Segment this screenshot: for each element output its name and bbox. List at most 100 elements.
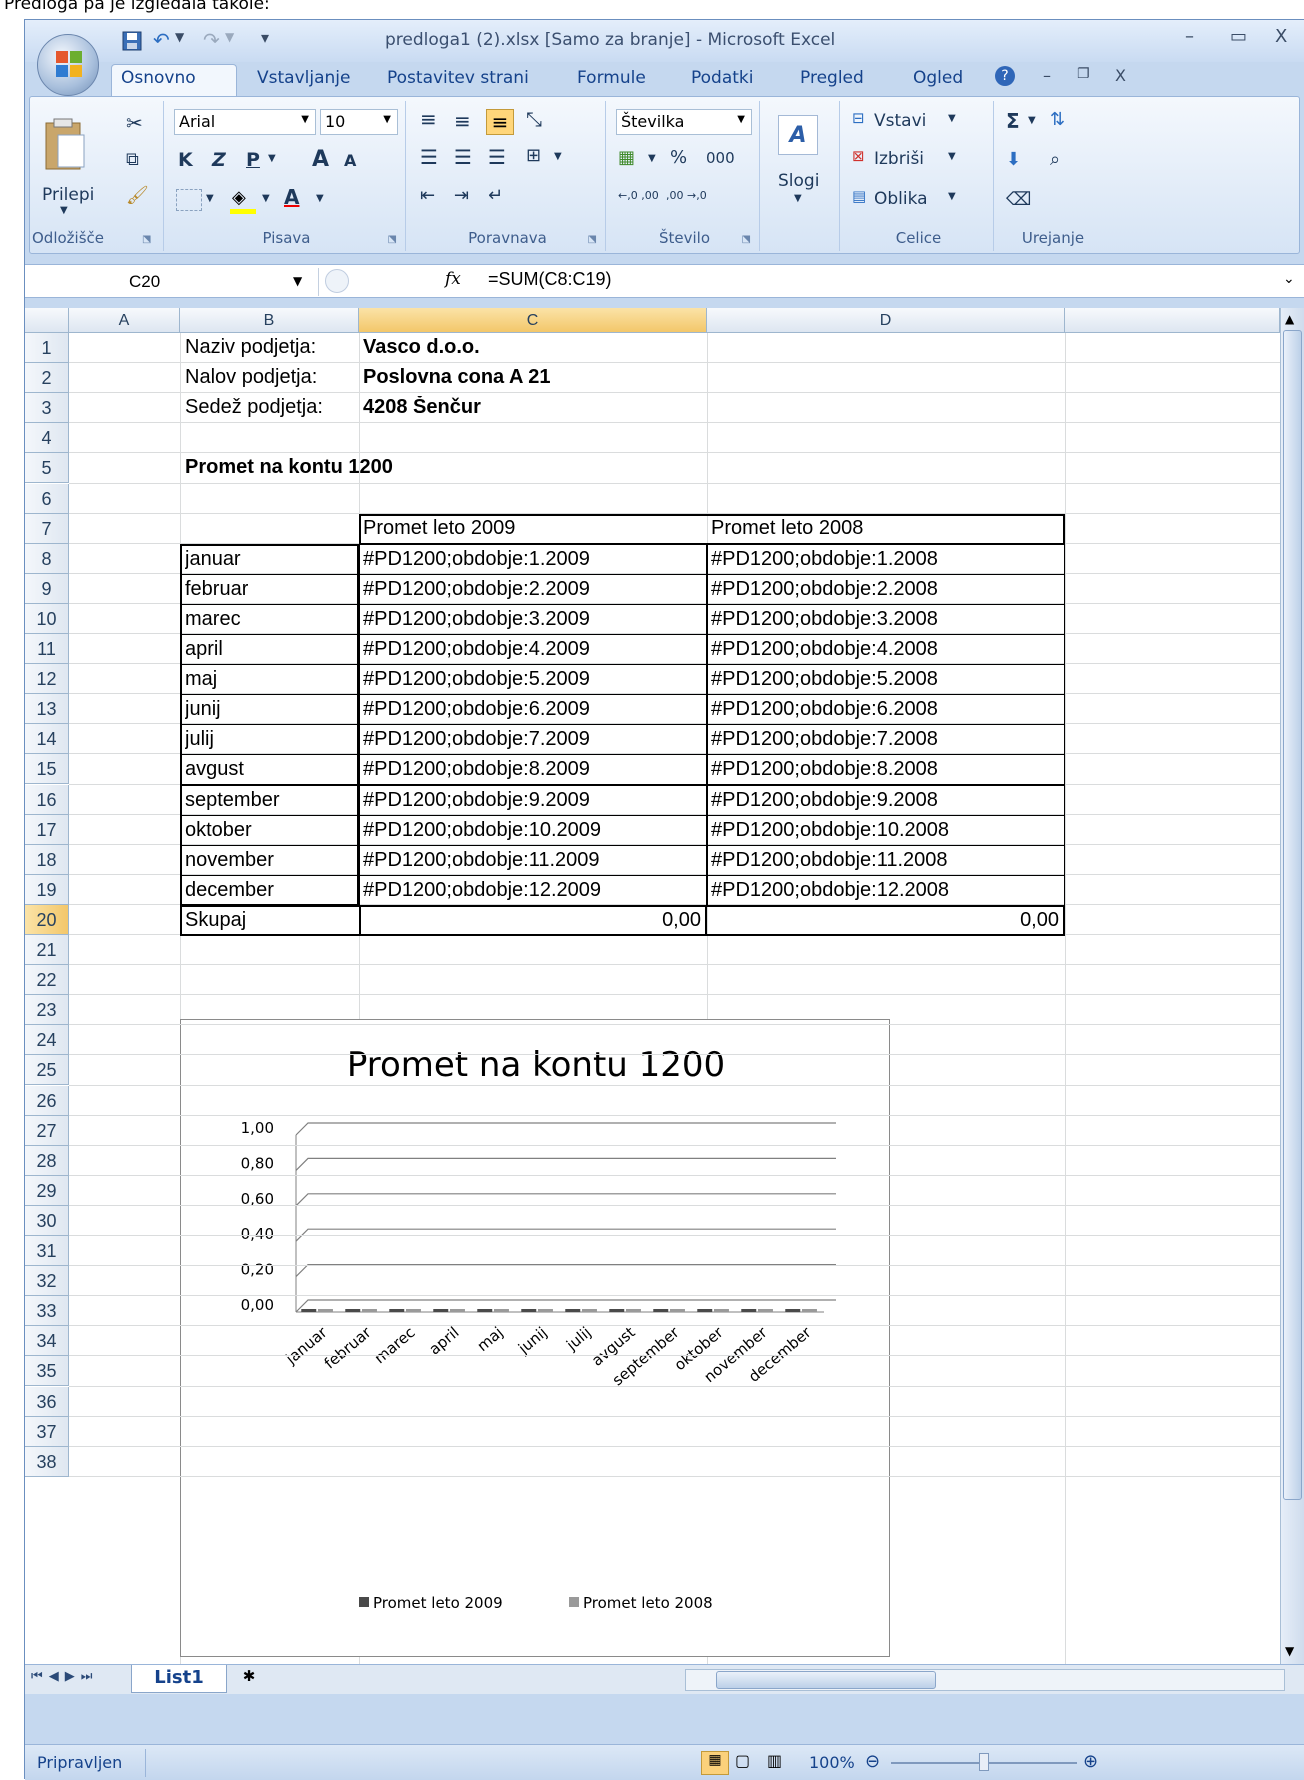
workbook-close-button[interactable]: X (1115, 66, 1126, 85)
row-header[interactable]: 25 (25, 1055, 69, 1086)
row-header[interactable]: 16 (25, 784, 69, 815)
row-header[interactable]: 1 (25, 333, 69, 364)
row-header[interactable]: 13 (25, 694, 69, 725)
shrink-font-button[interactable]: A (344, 151, 356, 170)
sheet-tab-list1[interactable]: List1 (131, 1665, 227, 1693)
font-color-icon[interactable]: A (284, 185, 299, 209)
zoom-in-icon[interactable]: ⊕ (1083, 1751, 1098, 1772)
bold-button[interactable]: K (178, 149, 193, 171)
paste-icon[interactable] (42, 117, 88, 173)
undo-icon[interactable]: ↶ (153, 28, 170, 52)
autosum-dropdown-icon[interactable]: ▼ (1028, 115, 1036, 126)
zoom-out-icon[interactable]: ⊖ (865, 1751, 880, 1772)
row-header[interactable]: 22 (25, 965, 69, 996)
thousands-button[interactable]: 000 (706, 149, 735, 167)
row-header[interactable]: 20 (25, 904, 69, 935)
tab-formule[interactable]: Formule (577, 68, 646, 88)
clear-icon[interactable]: ⌫ (1006, 189, 1031, 210)
fill-dropdown-icon[interactable]: ▼ (262, 193, 270, 204)
insert-function-icon[interactable]: fx (445, 269, 461, 289)
row-header[interactable]: 34 (25, 1326, 69, 1357)
row-header[interactable]: 9 (25, 573, 69, 604)
align-top-icon[interactable]: ≡ (420, 107, 437, 131)
wrap-text-icon[interactable]: ↵ (488, 185, 503, 206)
column-header-e[interactable] (1065, 308, 1280, 333)
number-launcher-icon[interactable]: ⬔ (742, 234, 751, 245)
align-right-icon[interactable]: ☰ (488, 145, 506, 169)
borders-icon[interactable] (176, 189, 202, 211)
zoom-slider-thumb[interactable] (979, 1753, 989, 1771)
row-header[interactable]: 3 (25, 393, 69, 424)
format-cells-button[interactable]: Oblika (874, 189, 928, 209)
row-header[interactable]: 30 (25, 1205, 69, 1236)
align-center-icon[interactable]: ☰ (454, 145, 472, 169)
underline-dropdown-icon[interactable]: ▼ (268, 153, 276, 164)
row-header[interactable]: 11 (25, 634, 69, 665)
row-header[interactable]: 31 (25, 1236, 69, 1267)
row-header[interactable]: 29 (25, 1175, 69, 1206)
formula-input[interactable]: =SUM(C8:C19) (488, 269, 612, 290)
row-header[interactable]: 24 (25, 1025, 69, 1056)
row-header[interactable]: 15 (25, 754, 69, 785)
redo-icon[interactable]: ↷ (203, 28, 220, 52)
help-icon[interactable]: ? (995, 66, 1015, 86)
alignment-launcher-icon[interactable]: ⬔ (588, 234, 597, 245)
horizontal-scrollbar[interactable] (685, 1669, 1285, 1691)
scrollbar-thumb[interactable] (1283, 330, 1302, 1500)
tab-postavitev-strani[interactable]: Postavitev strani (387, 68, 529, 88)
insert-dropdown-icon[interactable]: ▼ (948, 113, 956, 124)
page-layout-view-icon[interactable]: ▢ (735, 1751, 750, 1770)
row-header[interactable]: 18 (25, 844, 69, 875)
row-header[interactable]: 5 (25, 453, 69, 484)
orientation-icon[interactable]: ⤡ (526, 107, 542, 131)
italic-button[interactable]: Z (212, 149, 226, 171)
sheet-nav-icons[interactable]: ⏮◀▶⏭ (31, 1669, 98, 1684)
font-launcher-icon[interactable]: ⬔ (388, 234, 397, 245)
styles-icon[interactable]: A (778, 115, 818, 155)
fill-color-icon[interactable]: ◈ (232, 187, 246, 208)
align-bottom-icon[interactable]: ≡ (486, 109, 514, 135)
workbook-minimize-button[interactable]: – (1043, 66, 1051, 85)
office-button[interactable] (37, 34, 99, 96)
horizontal-scrollbar-thumb[interactable] (716, 1671, 936, 1689)
font-name-combo[interactable]: Arial ▼ (174, 109, 316, 135)
tab-pregled[interactable]: Pregled (800, 68, 864, 88)
insert-sheet-icon[interactable]: ✱ (229, 1667, 269, 1691)
font-color-dropdown-icon[interactable]: ▼ (316, 193, 324, 204)
tab-podatki[interactable]: Podatki (691, 68, 754, 88)
row-header[interactable]: 38 (25, 1446, 69, 1477)
paste-button[interactable]: Prilepi (42, 185, 94, 205)
column-header-a[interactable]: A (69, 308, 180, 333)
row-header[interactable]: 7 (25, 513, 69, 544)
delete-cells-button[interactable]: Izbriši (874, 149, 924, 169)
minimize-button[interactable]: – (1185, 26, 1194, 47)
sort-filter-icon[interactable]: ⇅ (1050, 109, 1065, 130)
select-all-button[interactable] (25, 308, 69, 333)
zoom-level[interactable]: 100% (809, 1753, 855, 1772)
format-dropdown-icon[interactable]: ▼ (948, 191, 956, 202)
grow-font-button[interactable]: A (312, 147, 329, 172)
decrease-indent-icon[interactable]: ⇤ (420, 185, 435, 206)
row-header[interactable]: 17 (25, 814, 69, 845)
autosum-button[interactable]: Σ (1006, 109, 1020, 133)
worksheet-grid[interactable]: A B C D Naziv podjetja: Vasco d.o.o. Nal… (25, 308, 1280, 1664)
row-header[interactable]: 21 (25, 935, 69, 966)
row-header[interactable]: 4 (25, 423, 69, 454)
row-header[interactable]: 27 (25, 1115, 69, 1146)
row-header[interactable]: 10 (25, 603, 69, 634)
customize-qat-icon[interactable]: ▾ (261, 28, 269, 47)
formula-bar-expand-icon[interactable] (325, 269, 349, 293)
row-header[interactable]: 14 (25, 724, 69, 755)
font-size-combo[interactable]: 10 ▼ (320, 109, 398, 135)
paste-dropdown-icon[interactable]: ▼ (60, 205, 68, 216)
tab-osnovno[interactable]: Osnovno (121, 68, 196, 88)
find-select-icon[interactable]: ⌕ (1050, 149, 1060, 170)
clipboard-launcher-icon[interactable]: ⬔ (142, 234, 151, 245)
row-header[interactable]: 12 (25, 664, 69, 695)
name-box-dropdown-icon[interactable]: ▼ (293, 274, 302, 288)
delete-dropdown-icon[interactable]: ▼ (948, 151, 956, 162)
tab-ogled[interactable]: Ogled (913, 68, 963, 88)
close-button[interactable]: X (1275, 26, 1287, 47)
workbook-restore-button[interactable]: ❐ (1077, 66, 1090, 82)
format-painter-icon[interactable]: 🖌 (126, 185, 149, 206)
